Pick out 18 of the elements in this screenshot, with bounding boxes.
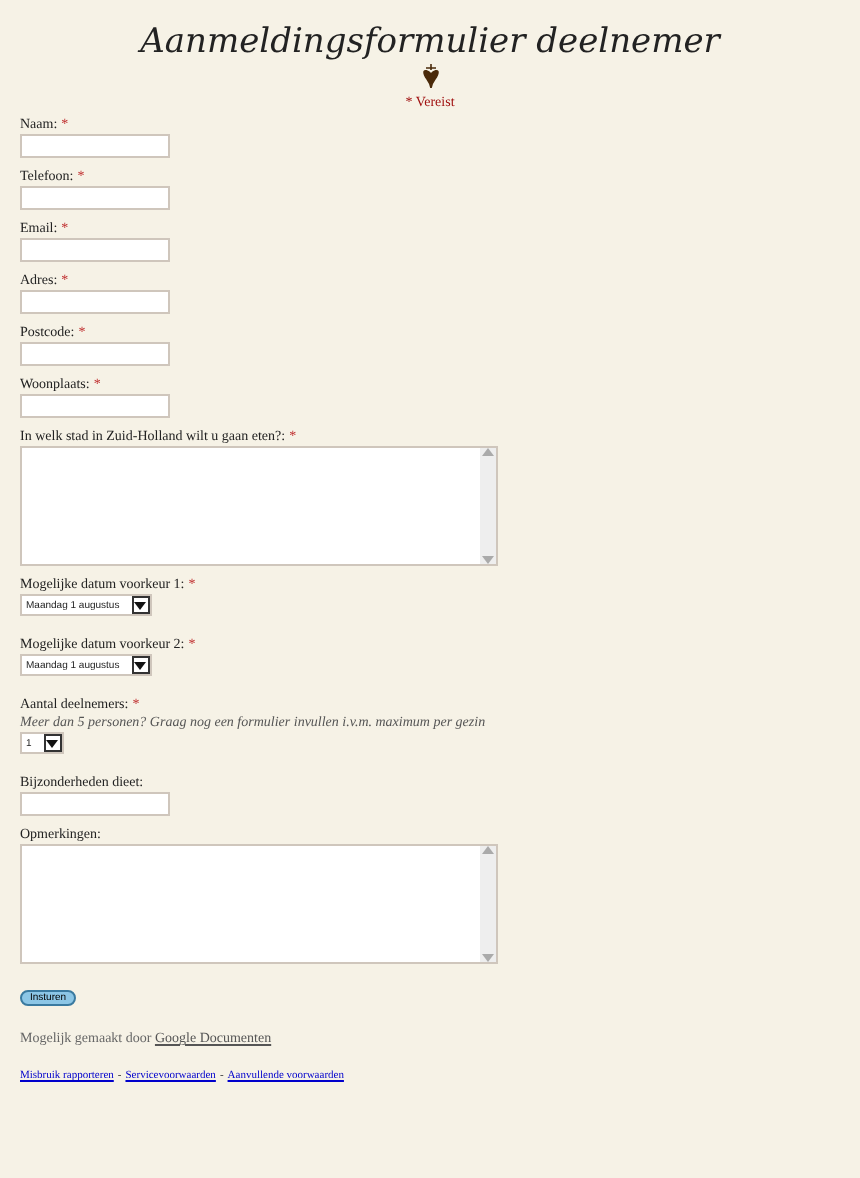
heart-ornament-icon bbox=[421, 64, 439, 88]
caret-icon bbox=[134, 601, 147, 609]
scroll-up-icon[interactable] bbox=[482, 448, 494, 456]
scroll-down-icon[interactable] bbox=[482, 556, 494, 564]
scroll-up-icon[interactable] bbox=[482, 846, 494, 854]
caret-icon bbox=[46, 739, 59, 747]
text-input[interactable] bbox=[20, 134, 170, 158]
text-input[interactable] bbox=[20, 792, 170, 816]
text-area[interactable] bbox=[20, 844, 498, 964]
form-title: Aanmeldingsformulier deelnemer bbox=[135, 20, 724, 64]
text-input[interactable] bbox=[20, 394, 170, 418]
text-area[interactable] bbox=[20, 446, 498, 566]
text-input[interactable] bbox=[20, 290, 170, 314]
text-input[interactable] bbox=[20, 342, 170, 366]
caret-icon bbox=[134, 661, 147, 669]
text-input[interactable] bbox=[20, 238, 170, 262]
scroll-down-icon[interactable] bbox=[482, 954, 494, 962]
text-input[interactable] bbox=[20, 186, 170, 210]
